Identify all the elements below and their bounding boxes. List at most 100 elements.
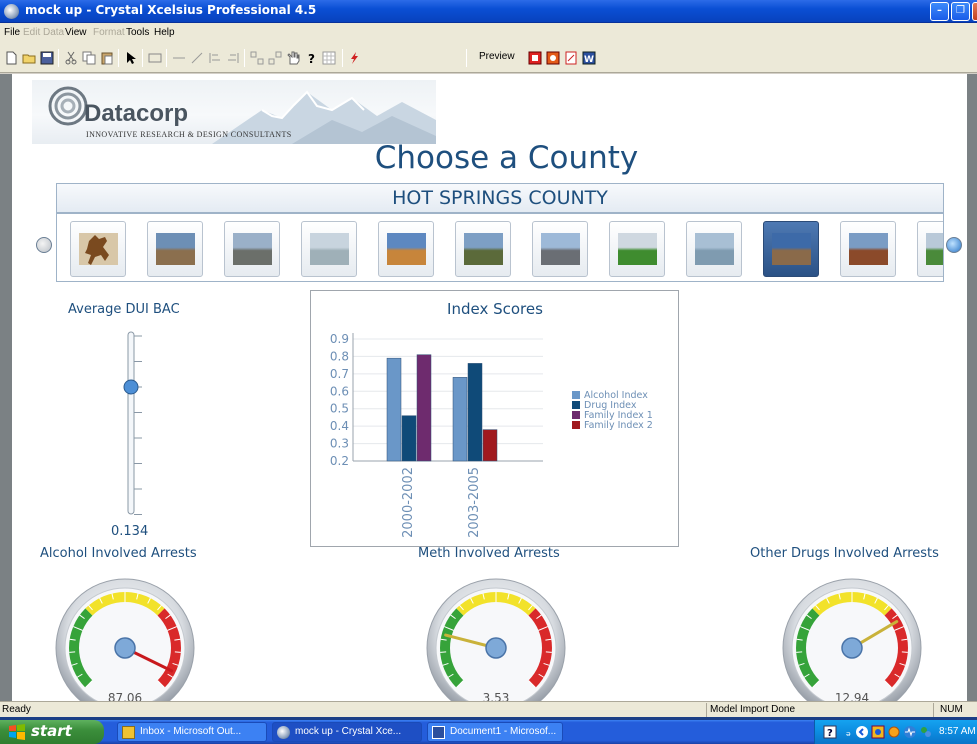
- title-bar[interactable]: mock up - Crystal Xcelsius Professional …: [0, 0, 977, 23]
- status-num-lock: NUM: [940, 704, 963, 715]
- legend-swatch: [572, 421, 580, 429]
- open-folder-icon[interactable]: [22, 51, 36, 65]
- legend-label: Family Index 2: [584, 420, 653, 431]
- minimize-button[interactable]: –: [930, 2, 949, 21]
- thumb-sign[interactable]: [840, 221, 896, 277]
- thumb-meadow[interactable]: [917, 221, 943, 277]
- align-diagonal-icon[interactable]: [190, 51, 204, 65]
- preview-button[interactable]: Preview: [479, 51, 515, 62]
- frame-icon[interactable]: [148, 51, 162, 65]
- window-title: mock up - Crystal Xcelsius Professional …: [25, 3, 317, 17]
- status-model-import: Model Import Done: [710, 704, 796, 715]
- xcelsius-icon: [277, 726, 290, 739]
- thumb-rock-formation[interactable]: [147, 221, 203, 277]
- other-drugs-arrests-gauge: 12.94: [782, 578, 922, 701]
- x-tick-label: 2000-2002: [401, 467, 416, 538]
- dui-bac-slider[interactable]: [120, 328, 160, 518]
- taskbar-xcelsius-button[interactable]: mock up - Crystal Xce...: [272, 722, 422, 742]
- activity-tray-icon[interactable]: [903, 725, 917, 739]
- y-tick-label: 0.5: [330, 402, 349, 416]
- thumb-misty-plain[interactable]: [301, 221, 357, 277]
- status-ready: Ready: [2, 704, 31, 715]
- thumb-valley-image: [233, 233, 272, 265]
- thumb-butte[interactable]: [532, 221, 588, 277]
- carousel-right-arrow-icon[interactable]: [946, 237, 962, 253]
- logo-tagline: INNOVATIVE RESEARCH & DESIGN CONSULTANTS: [86, 130, 292, 139]
- svg-text:?: ?: [827, 728, 833, 739]
- x-tick-label: 2003-2005: [467, 467, 482, 538]
- export-powerpoint-icon[interactable]: [546, 51, 560, 65]
- gauge-hub: [485, 637, 507, 659]
- restore-button[interactable]: ❐: [951, 2, 970, 21]
- index-scores-chart: Index Scores 0.9 0.8 0.7 0.6 0.5 0.4 0.3 0.2 2000…: [330, 300, 653, 538]
- status-bar: Ready Model Import Done NUM: [0, 701, 977, 717]
- thumb-canyon[interactable]: [378, 221, 434, 277]
- export-word-icon[interactable]: W: [582, 51, 596, 65]
- bar-drug-index-2000-2002: [401, 415, 417, 462]
- thumb-valley[interactable]: [224, 221, 280, 277]
- legend-swatch: [572, 401, 580, 409]
- thumb-stone-arch[interactable]: [763, 221, 819, 277]
- copy-icon[interactable]: [82, 51, 96, 65]
- gauge-hub: [841, 637, 863, 659]
- thumb-river[interactable]: [686, 221, 742, 277]
- meth-arrests-gauge: 3.53: [426, 578, 566, 701]
- group-icon[interactable]: [250, 51, 264, 65]
- paste-icon[interactable]: [100, 51, 114, 65]
- cut-icon[interactable]: [64, 51, 78, 65]
- y-tick-label: 0.6: [330, 384, 349, 398]
- windows-flag-icon: [9, 724, 25, 740]
- align-right-icon[interactable]: [226, 51, 240, 65]
- thumb-grassland[interactable]: [609, 221, 665, 277]
- county-carousel: [56, 213, 944, 282]
- menu-edit[interactable]: Edit: [23, 27, 40, 38]
- antivirus-tray-icon[interactable]: [871, 725, 885, 739]
- new-file-icon[interactable]: [4, 51, 18, 65]
- data-grid-icon[interactable]: [322, 51, 336, 65]
- y-tick-label: 0.4: [330, 419, 349, 433]
- thumb-lake[interactable]: [455, 221, 511, 277]
- bar-alcohol-index-2003-2005: [452, 377, 468, 462]
- dui-slider-thumb[interactable]: [123, 379, 139, 395]
- bar-family-index-1-2000-2002: [416, 354, 432, 462]
- thumb-meadow-image: [926, 233, 943, 265]
- align-left-icon[interactable]: [208, 51, 222, 65]
- taskbar-outlook-button[interactable]: Inbox - Microsoft Out...: [117, 722, 267, 742]
- messenger-tray-icon[interactable]: [919, 725, 933, 739]
- sun-tray-icon[interactable]: [887, 725, 901, 739]
- legend-swatch: [572, 391, 580, 399]
- flash-icon[interactable]: [347, 51, 361, 65]
- export-swf-icon[interactable]: [528, 51, 542, 65]
- gauge-value-label: 12.94: [835, 691, 869, 701]
- align-line-icon[interactable]: [172, 51, 186, 65]
- thumb-sign-image: [849, 233, 888, 265]
- save-icon[interactable]: [40, 51, 54, 65]
- dui-value: 0.134: [111, 524, 149, 539]
- menu-bar: File Edit Data View Format Tools Help: [0, 23, 977, 43]
- tray-expand-icon[interactable]: [855, 725, 869, 739]
- help-question-icon[interactable]: ?: [304, 51, 318, 65]
- menu-file[interactable]: File: [4, 27, 20, 38]
- taskbar-word-button[interactable]: Document1 - Microsof...: [427, 722, 563, 742]
- menu-help[interactable]: Help: [154, 27, 175, 38]
- gauge-hub: [114, 637, 136, 659]
- canvas-area: Datacorp INNOVATIVE RESEARCH & DESIGN CO…: [0, 74, 977, 701]
- carousel-left-arrow-icon[interactable]: [36, 237, 52, 253]
- menu-view[interactable]: View: [65, 27, 87, 38]
- help-tray-icon[interactable]: ?: [823, 725, 837, 739]
- export-pdf-icon[interactable]: [564, 51, 578, 65]
- menu-tools[interactable]: Tools: [126, 27, 149, 38]
- close-button[interactable]: [972, 2, 977, 21]
- toolbar: ? Preview W: [0, 43, 977, 73]
- xcelsius-app-icon: [4, 4, 19, 19]
- gauge-value-label: 3.53: [483, 691, 510, 701]
- menu-format[interactable]: Format: [93, 27, 125, 38]
- ungroup-icon[interactable]: [268, 51, 282, 65]
- thumb-bucking-horse[interactable]: [70, 221, 126, 277]
- svg-text:ₔ: ₔ: [846, 725, 851, 739]
- y-tick-label: 0.3: [330, 437, 349, 451]
- hand-icon[interactable]: [286, 51, 300, 65]
- menu-data[interactable]: Data: [43, 27, 64, 38]
- start-button[interactable]: start: [0, 720, 104, 744]
- select-pointer-icon[interactable]: [124, 51, 138, 65]
